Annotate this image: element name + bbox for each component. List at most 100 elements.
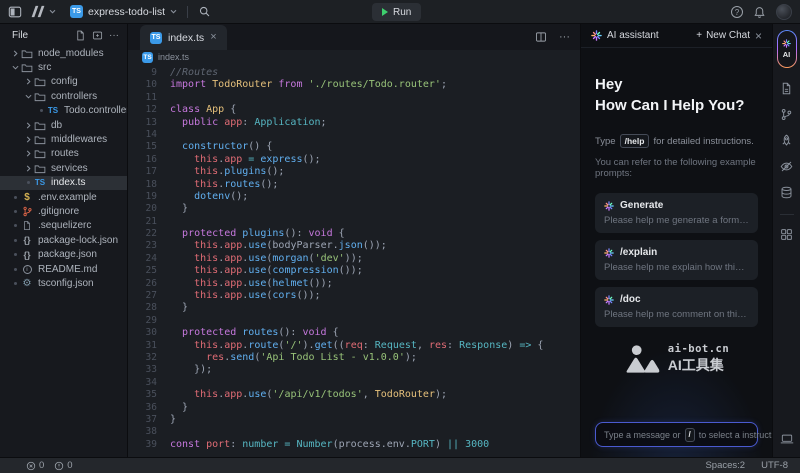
prompt-card-explain[interactable]: /explainPlease help me explain how this …: [595, 240, 758, 280]
code-line-24[interactable]: 24 this.app.use(morgan('dev'));: [128, 253, 580, 265]
ai-panel-close-icon[interactable]: ×: [755, 30, 762, 42]
line-number[interactable]: 11: [128, 92, 170, 104]
line-number[interactable]: 26: [128, 278, 170, 290]
line-number[interactable]: 18: [128, 179, 170, 191]
tab-index-ts[interactable]: TS index.ts ×: [140, 25, 227, 50]
new-chat-button[interactable]: + New Chat: [696, 30, 750, 41]
rocket-icon[interactable]: [780, 134, 793, 147]
line-number[interactable]: 32: [128, 352, 170, 364]
line-number[interactable]: 27: [128, 290, 170, 302]
line-number[interactable]: 19: [128, 191, 170, 203]
code-line-29[interactable]: 29: [128, 315, 580, 327]
code-line-15[interactable]: 15 constructor() {: [128, 141, 580, 153]
code-line-11[interactable]: 11: [128, 92, 580, 104]
code-line-34[interactable]: 34: [128, 377, 580, 389]
code-line-12[interactable]: 12class App {: [128, 104, 580, 116]
prompt-card-doc[interactable]: /docPlease help me comment on this code.: [595, 287, 758, 327]
new-folder-icon[interactable]: [92, 30, 103, 41]
encoding-indicator[interactable]: UTF-8: [761, 460, 788, 471]
code-line-37[interactable]: 37}: [128, 414, 580, 426]
avatar[interactable]: [776, 4, 792, 20]
code-line-19[interactable]: 19 dotenv();: [128, 191, 580, 203]
tree-item-services[interactable]: services: [0, 161, 127, 175]
code-line-16[interactable]: 16 this.app = express();: [128, 154, 580, 166]
split-editor-icon[interactable]: [535, 31, 547, 43]
line-number[interactable]: 29: [128, 315, 170, 327]
tree-item-index-ts[interactable]: TSindex.ts: [0, 176, 127, 190]
code-line-28[interactable]: 28 }: [128, 302, 580, 314]
editor-more-icon[interactable]: ···: [559, 31, 570, 43]
line-number[interactable]: 9: [128, 67, 170, 79]
line-number[interactable]: 13: [128, 117, 170, 129]
app-logo[interactable]: [30, 5, 56, 18]
bell-icon[interactable]: [753, 6, 766, 19]
code-line-35[interactable]: 35 this.app.use('/api/v1/todos', TodoRou…: [128, 389, 580, 401]
code-line-36[interactable]: 36 }: [128, 402, 580, 414]
prompt-card-generate[interactable]: GeneratePlease help me generate a form c…: [595, 193, 758, 233]
line-number[interactable]: 30: [128, 327, 170, 339]
tree-item-controllers[interactable]: controllers: [0, 89, 127, 103]
line-number[interactable]: 36: [128, 402, 170, 414]
tree-item-db[interactable]: db: [0, 118, 127, 132]
code-line-9[interactable]: 9//Routes: [128, 67, 580, 79]
line-number[interactable]: 35: [128, 389, 170, 401]
line-number[interactable]: 15: [128, 141, 170, 153]
code-line-32[interactable]: 32 res.send('Api Todo List - v1.0.0');: [128, 352, 580, 364]
line-number[interactable]: 17: [128, 166, 170, 178]
code-line-10[interactable]: 10import TodoRouter from './routes/Todo.…: [128, 79, 580, 91]
code-line-18[interactable]: 18 this.routes();: [128, 179, 580, 191]
code-line-20[interactable]: 20 }: [128, 203, 580, 215]
code-line-21[interactable]: 21: [128, 216, 580, 228]
line-number[interactable]: 38: [128, 426, 170, 438]
line-number[interactable]: 21: [128, 216, 170, 228]
code-line-33[interactable]: 33 });: [128, 364, 580, 376]
sidebar-toggle-icon[interactable]: [8, 5, 22, 19]
code-line-22[interactable]: 22 protected plugins(): void {: [128, 228, 580, 240]
code-line-27[interactable]: 27 this.app.use(cors());: [128, 290, 580, 302]
grid-icon[interactable]: [780, 228, 793, 241]
run-button[interactable]: Run: [372, 3, 421, 21]
laptop-icon[interactable]: [780, 433, 794, 445]
line-number[interactable]: 34: [128, 377, 170, 389]
doc-icon[interactable]: [780, 82, 793, 95]
breadcrumb[interactable]: TS index.ts: [128, 50, 580, 64]
eye-off-icon[interactable]: [780, 160, 793, 173]
line-number[interactable]: 20: [128, 203, 170, 215]
tree-item-readme-md[interactable]: iREADME.md: [0, 262, 127, 276]
line-number[interactable]: 16: [128, 154, 170, 166]
tree-item-config[interactable]: config: [0, 75, 127, 89]
code-line-17[interactable]: 17 this.plugins();: [128, 166, 580, 178]
line-number[interactable]: 14: [128, 129, 170, 141]
code-line-23[interactable]: 23 this.app.use(bodyParser.json());: [128, 240, 580, 252]
indentation-indicator[interactable]: Spaces:2: [705, 460, 745, 471]
line-number[interactable]: 22: [128, 228, 170, 240]
tree-item-routes[interactable]: routes: [0, 147, 127, 161]
tree-item-todo-controller-ts[interactable]: TSTodo.controller.ts: [0, 104, 127, 118]
tab-close-icon[interactable]: ×: [210, 32, 216, 43]
tree-item--sequelizerc[interactable]: .sequelizerc: [0, 219, 127, 233]
line-number[interactable]: 23: [128, 240, 170, 252]
problems-warnings[interactable]: 0: [54, 460, 72, 471]
help-icon[interactable]: ?: [731, 6, 743, 18]
git-branch-icon[interactable]: [780, 108, 793, 121]
tree-item-src[interactable]: src: [0, 60, 127, 74]
line-number[interactable]: 10: [128, 79, 170, 91]
code-area[interactable]: 9//Routes10import TodoRouter from './rou…: [128, 64, 580, 457]
search-icon[interactable]: [198, 5, 211, 18]
code-line-26[interactable]: 26 this.app.use(helmet());: [128, 278, 580, 290]
line-number[interactable]: 25: [128, 265, 170, 277]
new-file-icon[interactable]: [75, 30, 86, 41]
line-number[interactable]: 31: [128, 340, 170, 352]
tree-item--gitignore[interactable]: .gitignore: [0, 204, 127, 218]
ai-message-input[interactable]: Type a message or / to select a instruct…: [595, 422, 758, 447]
line-number[interactable]: 37: [128, 414, 170, 426]
code-line-31[interactable]: 31 this.app.route('/').get((req: Request…: [128, 340, 580, 352]
problems-errors[interactable]: 0: [26, 460, 44, 471]
line-number[interactable]: 39: [128, 439, 170, 451]
tree-item-package-lock-json[interactable]: {}package-lock.json: [0, 233, 127, 247]
rail-ai-assistant-button[interactable]: AI: [777, 30, 797, 68]
code-line-38[interactable]: 38: [128, 426, 580, 438]
tree-item-middlewares[interactable]: middlewares: [0, 132, 127, 146]
tree-item-package-json[interactable]: {}package.json: [0, 247, 127, 261]
code-line-25[interactable]: 25 this.app.use(compression());: [128, 265, 580, 277]
